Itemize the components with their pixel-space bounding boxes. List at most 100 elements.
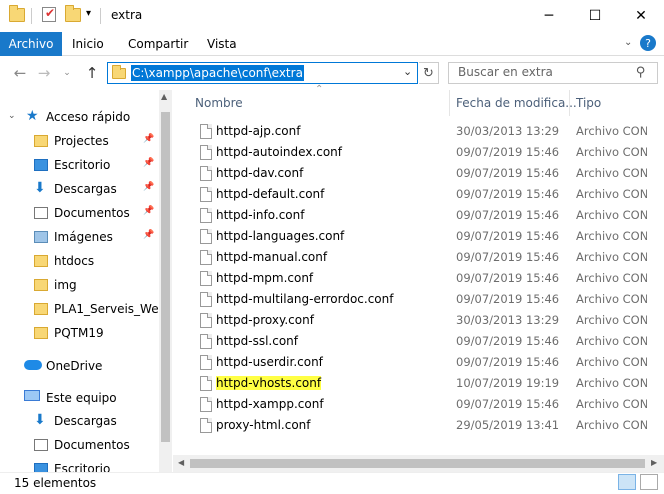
file-icon: [200, 145, 212, 160]
sidebar-item-label: Descargas: [54, 182, 117, 196]
new-folder-icon[interactable]: [65, 5, 81, 22]
sidebar-item-pc-descargas[interactable]: ⬇ Descargas: [0, 410, 160, 434]
nav-this-pc[interactable]: Este equipo: [46, 391, 117, 405]
column-header-date[interactable]: Fecha de modifica...: [456, 90, 577, 116]
file-name: httpd-languages.conf: [216, 229, 345, 243]
pin-icon[interactable]: 📌: [143, 158, 154, 168]
file-row[interactable]: httpd-autoindex.conf 09/07/2019 15:46 Arch…: [190, 142, 660, 163]
help-icon[interactable]: ?: [640, 35, 656, 51]
file-row[interactable]: httpd-dav.conf 09/07/2019 15:46 Archivo CO…: [190, 163, 660, 184]
column-header-type[interactable]: Tipo: [576, 90, 601, 116]
file-date: 09/07/2019 15:46: [456, 145, 560, 159]
properties-icon[interactable]: ✔: [42, 6, 56, 22]
divider: [31, 8, 32, 24]
file-name: httpd-dav.conf: [216, 166, 304, 180]
file-date: 09/07/2019 15:46: [456, 229, 560, 243]
file-name: httpd-ajp.conf: [216, 124, 301, 138]
sidebar-item-descargas[interactable]: ⬇ Descargas 📌: [0, 178, 160, 202]
ribbon-expand-icon[interactable]: ⌄: [624, 37, 632, 48]
column-separator[interactable]: [449, 90, 450, 116]
file-icon: [200, 313, 212, 328]
minimize-button[interactable]: ─: [526, 0, 572, 32]
back-button[interactable]: ←: [10, 63, 30, 83]
nav-quick-access[interactable]: Acceso rápido: [46, 110, 130, 124]
file-name: httpd-xampp.conf: [216, 397, 324, 411]
sidebar-item-pc-documentos[interactable]: Documentos: [0, 434, 160, 458]
star-icon: ★: [26, 108, 39, 124]
file-type: Archivo CONF: [576, 145, 655, 159]
file-row[interactable]: httpd-manual.conf 09/07/2019 15:46 Archivo…: [190, 247, 660, 268]
file-type: Archivo CONF: [576, 355, 655, 369]
file-icon: [200, 187, 212, 202]
file-row[interactable]: httpd-xampp.conf 09/07/2019 15:46 Archivo …: [190, 394, 660, 415]
pin-icon[interactable]: 📌: [143, 206, 154, 216]
sidebar-item-pqtm19[interactable]: PQTM19: [0, 322, 160, 346]
sidebar-item-label: Documentos: [54, 206, 130, 220]
document-icon: [34, 207, 48, 219]
address-dropdown-icon[interactable]: ⌄: [403, 65, 412, 78]
file-row[interactable]: httpd-ssl.conf 09/07/2019 15:46 Archivo CO…: [190, 331, 660, 352]
expand-chevron-icon[interactable]: ⌄: [8, 111, 16, 121]
file-list-scrollbar[interactable]: [647, 90, 664, 455]
horizontal-scrollbar-thumb[interactable]: [190, 459, 645, 468]
file-icon: [200, 124, 212, 139]
details-view-icon[interactable]: [618, 474, 636, 490]
search-icon[interactable]: ⚲: [636, 65, 646, 80]
sidebar-item-img[interactable]: img: [0, 274, 160, 298]
up-button[interactable]: ↑: [82, 63, 102, 83]
file-type: Archivo CONF: [576, 397, 655, 411]
pin-icon[interactable]: 📌: [143, 134, 154, 144]
tab-archivo[interactable]: Archivo: [0, 32, 62, 56]
quick-access-toolbar-dropdown-icon[interactable]: ▾: [86, 8, 91, 19]
tab-compartir[interactable]: Compartir: [118, 32, 198, 56]
file-row[interactable]: httpd-vhosts.conf 10/07/2019 19:19 Archivo…: [190, 373, 660, 394]
folder-icon: [9, 5, 25, 22]
file-date: 29/05/2019 13:41: [456, 418, 560, 432]
file-row[interactable]: httpd-multilang-errordoc.conf 09/07/2019 …: [190, 289, 660, 310]
close-button[interactable]: ✕: [618, 0, 664, 32]
file-row[interactable]: httpd-ajp.conf 30/03/2013 13:29 Archivo CO…: [190, 121, 660, 142]
file-type: Archivo CONF: [576, 418, 655, 432]
sidebar-item-im-genes[interactable]: Imágenes 📌: [0, 226, 160, 250]
sidebar-item-label: Documentos: [54, 438, 130, 452]
file-name: httpd-info.conf: [216, 208, 305, 222]
sidebar-item-escritorio[interactable]: Escritorio 📌: [0, 154, 160, 178]
scroll-up-arrow-icon[interactable]: ▲: [161, 92, 167, 101]
file-row[interactable]: httpd-default.conf 09/07/2019 15:46 Archiv…: [190, 184, 660, 205]
address-path[interactable]: C:\xampp\apache\conf\extra: [131, 65, 304, 81]
nav-scrollbar-thumb[interactable]: [161, 112, 170, 442]
file-name: proxy-html.conf: [216, 418, 311, 432]
column-header-name[interactable]: Nombre: [195, 90, 243, 116]
file-row[interactable]: httpd-info.conf 09/07/2019 15:46 Archivo C…: [190, 205, 660, 226]
sidebar-item-projectes[interactable]: Projectes 📌: [0, 130, 160, 154]
scroll-left-arrow-icon[interactable]: ◀: [178, 458, 184, 467]
refresh-icon[interactable]: ↻: [419, 62, 439, 84]
file-row[interactable]: proxy-html.conf 29/05/2019 13:41 Archivo C…: [190, 415, 660, 436]
file-icon: [200, 271, 212, 286]
scroll-right-arrow-icon[interactable]: ▶: [651, 458, 657, 467]
large-icons-view-icon[interactable]: [640, 474, 658, 490]
maximize-button[interactable]: ☐: [572, 0, 618, 32]
pin-icon[interactable]: 📌: [143, 230, 154, 240]
sidebar-item-documentos[interactable]: Documentos 📌: [0, 202, 160, 226]
column-separator[interactable]: [569, 90, 570, 116]
file-row[interactable]: httpd-userdir.conf 09/07/2019 15:46 Archiv…: [190, 352, 660, 373]
file-row[interactable]: httpd-mpm.conf 09/07/2019 15:46 Archivo CO…: [190, 268, 660, 289]
sidebar-item-pla1-serveis-web[interactable]: PLA1_Serveis_Web: [0, 298, 166, 322]
pin-icon[interactable]: 📌: [143, 182, 154, 192]
folder-icon: [112, 65, 126, 79]
nav-onedrive[interactable]: OneDrive: [46, 359, 102, 373]
file-name: httpd-autoindex.conf: [216, 145, 342, 159]
sidebar-item-label: Descargas: [54, 414, 117, 428]
document-icon: [34, 439, 48, 451]
recent-locations-icon[interactable]: ⌄: [60, 63, 74, 83]
forward-button[interactable]: →: [34, 63, 54, 83]
file-type: Archivo CONF: [576, 376, 655, 390]
tab-vista[interactable]: Vista: [197, 32, 247, 56]
file-row[interactable]: httpd-proxy.conf 30/03/2013 13:29 Archivo …: [190, 310, 660, 331]
file-type: Archivo CONF: [576, 271, 655, 285]
sidebar-item-label: PLA1_Serveis_Web: [54, 302, 167, 316]
sidebar-item-htdocs[interactable]: htdocs: [0, 250, 160, 274]
tab-inicio[interactable]: Inicio: [62, 32, 114, 56]
file-row[interactable]: httpd-languages.conf 09/07/2019 15:46 Arch…: [190, 226, 660, 247]
